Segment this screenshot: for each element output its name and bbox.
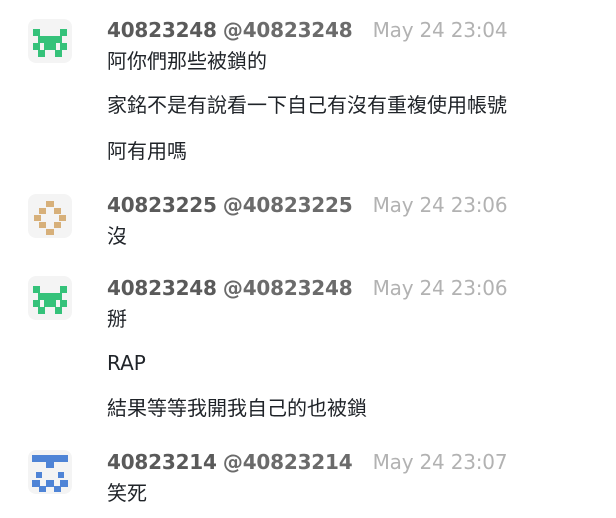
message-text: 掰 xyxy=(107,307,127,331)
author-handle[interactable]: @40823225 xyxy=(223,193,353,217)
message-time: May 24 23:06 xyxy=(372,193,508,217)
message-text: 結果等等我開我自己的也被鎖 xyxy=(107,396,367,420)
message-text: 笑死 xyxy=(107,481,147,505)
avatar[interactable] xyxy=(28,276,72,320)
author-name[interactable]: 40823214 xyxy=(107,450,217,474)
author-handle[interactable]: @40823248 xyxy=(223,276,353,300)
message-header: 40823248 @40823248 May 24 23:06 xyxy=(107,276,508,300)
message-text: RAP xyxy=(107,351,146,375)
message-time: May 24 23:07 xyxy=(372,450,508,474)
author-handle[interactable]: @40823248 xyxy=(223,18,353,42)
green-space-invader-avatar-icon xyxy=(33,29,67,57)
message-time: May 24 23:06 xyxy=(372,276,508,300)
green-space-invader-avatar-icon xyxy=(33,286,67,314)
blue-pixel-avatar-icon xyxy=(32,455,68,492)
message-time: May 24 23:04 xyxy=(372,18,508,42)
author-name[interactable]: 40823248 xyxy=(107,18,217,42)
message-text: 阿有用嗎 xyxy=(107,139,187,163)
chat-thread: 40823248 @40823248 May 24 23:04 阿你們那些被鎖的… xyxy=(0,0,616,518)
author-name[interactable]: 40823248 xyxy=(107,276,217,300)
message-header: 40823225 @40823225 May 24 23:06 xyxy=(107,193,508,217)
message-header: 40823248 @40823248 May 24 23:04 xyxy=(107,18,508,42)
avatar[interactable] xyxy=(28,19,72,63)
message-text: 阿你們那些被鎖的 xyxy=(107,49,267,73)
message-text: 家銘不是有說看一下自己有沒有重複使用帳號 xyxy=(107,93,507,117)
avatar[interactable] xyxy=(28,194,72,238)
avatar[interactable] xyxy=(28,450,72,494)
message-text: 沒 xyxy=(107,224,127,248)
message-header: 40823214 @40823214 May 24 23:07 xyxy=(107,450,508,474)
author-handle[interactable]: @40823214 xyxy=(223,450,353,474)
author-name[interactable]: 40823225 xyxy=(107,193,217,217)
tan-diamond-avatar-icon xyxy=(34,201,66,235)
